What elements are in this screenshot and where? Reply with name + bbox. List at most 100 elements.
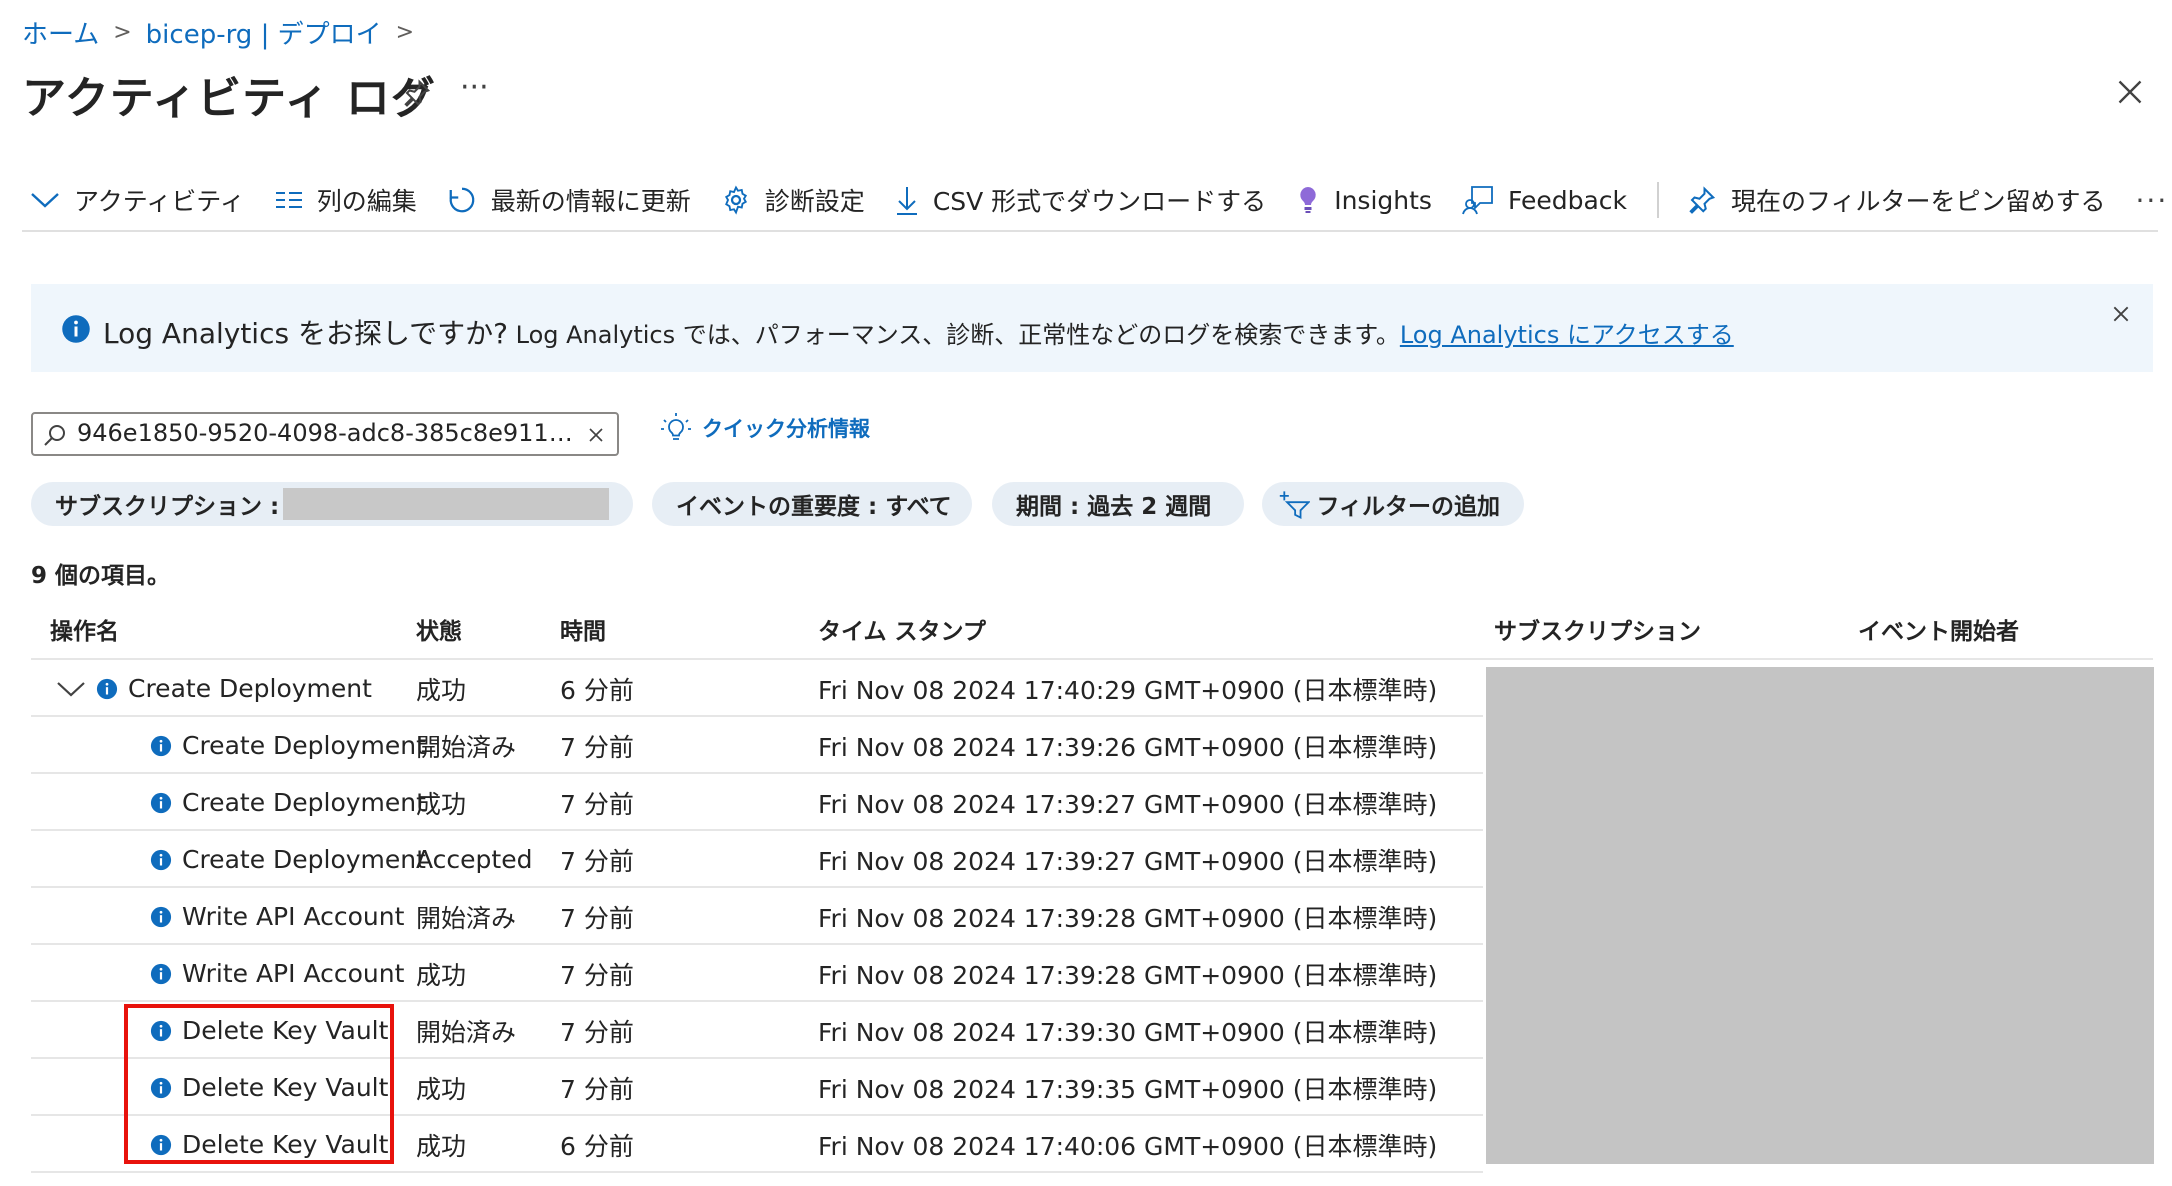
operation-name: Create Deployment bbox=[182, 845, 426, 874]
chevron-right-icon: > bbox=[113, 20, 132, 45]
add-filter-button[interactable]: フィルターの追加 bbox=[1262, 482, 1524, 526]
table-cell-status: 成功 bbox=[416, 789, 467, 819]
table-row-operation[interactable]: Create Deployment bbox=[150, 831, 426, 888]
table-cell-status: 成功 bbox=[416, 1131, 467, 1161]
operation-name: Write API Account bbox=[182, 902, 405, 931]
table-cell-status: 開始済み bbox=[416, 1017, 517, 1047]
highlight-box bbox=[124, 1004, 394, 1164]
info-banner: Log Analytics をお探しですか? Log Analytics では、… bbox=[31, 284, 2153, 372]
download-csv-button[interactable]: CSV 形式でダウンロードする bbox=[895, 182, 1266, 218]
more-options-button[interactable]: ··· bbox=[460, 70, 489, 105]
operation-name: Create Deployment bbox=[182, 731, 426, 760]
refresh-icon bbox=[449, 187, 475, 213]
banner-lead: Log Analytics をお探しですか? bbox=[103, 317, 508, 350]
table-cell-time: 7 分前 bbox=[560, 1074, 634, 1104]
info-icon bbox=[150, 792, 172, 813]
page-title: アクティビティ ログ bbox=[22, 73, 436, 124]
table-row-operation[interactable]: Create Deployment bbox=[150, 774, 426, 831]
log-analytics-link[interactable]: Log Analytics にアクセスする bbox=[1400, 321, 1734, 349]
table-cell-status: Accepted bbox=[416, 845, 533, 874]
table-cell-timestamp: Fri Nov 08 2024 17:39:27 GMT+0900 (日本標準時… bbox=[818, 789, 1438, 819]
breadcrumb-home[interactable]: ホーム bbox=[22, 14, 99, 51]
quick-insights-label: クイック分析情報 bbox=[702, 417, 870, 441]
info-icon bbox=[96, 678, 118, 699]
table-cell-status: 開始済み bbox=[416, 732, 517, 762]
search-icon bbox=[44, 425, 65, 446]
chevron-down-icon[interactable] bbox=[56, 679, 86, 699]
table-cell-status: 成功 bbox=[416, 960, 467, 990]
table-cell-timestamp: Fri Nov 08 2024 17:39:35 GMT+0900 (日本標準時… bbox=[818, 1074, 1438, 1104]
toolbar-more-button[interactable]: ··· bbox=[2136, 184, 2169, 217]
table-cell-timestamp: Fri Nov 08 2024 17:39:30 GMT+0900 (日本標準時… bbox=[818, 1017, 1438, 1047]
column-header-status[interactable]: 状態 bbox=[416, 612, 462, 646]
diagnostic-settings-button[interactable]: 診断設定 bbox=[721, 182, 865, 218]
table-cell-time: 7 分前 bbox=[560, 960, 634, 990]
column-header-time[interactable]: 時間 bbox=[560, 612, 606, 646]
table-row-operation[interactable]: Create Deployment bbox=[150, 717, 426, 774]
edit-columns-button[interactable]: 列の編集 bbox=[275, 182, 417, 218]
breadcrumb: ホーム > bicep-rg | デプロイ > bbox=[22, 14, 428, 51]
operation-name: Create Deployment bbox=[182, 788, 426, 817]
download-icon bbox=[896, 187, 917, 215]
table-cell-time: 6 分前 bbox=[560, 1131, 634, 1161]
item-count: 9 個の項目。 bbox=[31, 563, 171, 589]
info-icon bbox=[150, 735, 172, 756]
lightbulb-icon bbox=[661, 413, 691, 440]
pin-filter-button[interactable]: 現在のフィルターをピン留めする bbox=[1687, 182, 2106, 218]
pin-icon[interactable] bbox=[402, 78, 432, 108]
quick-insights-link[interactable]: クイック分析情報 bbox=[660, 412, 870, 444]
chevron-right-icon: > bbox=[395, 20, 415, 45]
table-cell-timestamp: Fri Nov 08 2024 17:39:28 GMT+0900 (日本標準時… bbox=[818, 960, 1438, 990]
table-row-operation[interactable]: Write API Account bbox=[150, 888, 404, 945]
table-cell-time: 7 分前 bbox=[560, 846, 634, 876]
filter-severity-label: イベントの重要度 : すべて bbox=[676, 494, 952, 520]
close-icon[interactable] bbox=[2111, 304, 2131, 324]
column-header-operation[interactable]: 操作名 bbox=[50, 612, 119, 646]
banner-text: Log Analytics をお探しですか? Log Analytics では、… bbox=[103, 312, 1734, 352]
table-cell-status: 成功 bbox=[416, 675, 467, 705]
table-cell-timestamp: Fri Nov 08 2024 17:40:06 GMT+0900 (日本標準時… bbox=[818, 1131, 1438, 1161]
banner-body: Log Analytics では、パフォーマンス、診断、正常性などのログを検索で… bbox=[507, 321, 1400, 349]
table-cell-time: 7 分前 bbox=[560, 732, 634, 762]
insights-button[interactable]: Insights bbox=[1296, 185, 1432, 215]
info-icon bbox=[150, 906, 172, 927]
breadcrumb-parent[interactable]: bicep-rg | デプロイ bbox=[146, 14, 382, 51]
filter-severity[interactable]: イベントの重要度 : すべて bbox=[652, 482, 972, 526]
close-icon[interactable] bbox=[2116, 78, 2144, 106]
table-row-operation[interactable]: Create Deployment bbox=[56, 660, 372, 717]
feedback-button[interactable]: Feedback bbox=[1462, 185, 1627, 215]
redacted-value bbox=[283, 488, 609, 520]
table-cell-timestamp: Fri Nov 08 2024 17:39:26 GMT+0900 (日本標準時… bbox=[818, 732, 1438, 762]
chevron-down-icon bbox=[31, 193, 59, 208]
table-cell-status: 開始済み bbox=[416, 903, 517, 933]
add-filter-label: フィルターの追加 bbox=[1316, 494, 1500, 520]
column-header-subscription[interactable]: サブスクリプション bbox=[1494, 612, 1701, 646]
operation-name: Create Deployment bbox=[128, 674, 372, 703]
refresh-button[interactable]: 最新の情報に更新 bbox=[447, 182, 691, 218]
column-header-initiator[interactable]: イベント開始者 bbox=[1858, 612, 2019, 646]
table-cell-status: 成功 bbox=[416, 1074, 467, 1104]
column-header-timestamp[interactable]: タイム スタンプ bbox=[818, 612, 986, 646]
download-csv-label: CSV 形式でダウンロードする bbox=[932, 187, 1267, 216]
table-cell-time: 7 分前 bbox=[560, 789, 634, 819]
filter-period-label: 期間 : 過去 2 週間 bbox=[1016, 494, 1212, 520]
table-cell-timestamp: Fri Nov 08 2024 17:40:29 GMT+0900 (日本標準時… bbox=[818, 675, 1438, 705]
filter-subscription-label: サブスクリプション : bbox=[55, 494, 280, 520]
filter-subscription[interactable]: サブスクリプション : bbox=[31, 482, 633, 526]
toolbar-divider-line bbox=[22, 230, 2158, 232]
table-row-operation[interactable]: Write API Account bbox=[150, 945, 404, 1002]
feedback-label: Feedback bbox=[1507, 185, 1627, 215]
filter-period[interactable]: 期間 : 過去 2 週間 bbox=[992, 482, 1244, 526]
activity-button[interactable]: アクティビティ bbox=[30, 182, 245, 218]
lightbulb-icon bbox=[1300, 187, 1316, 213]
diagnostic-settings-label: 診断設定 bbox=[764, 187, 865, 216]
operation-name: Write API Account bbox=[182, 959, 405, 988]
insights-label: Insights bbox=[1334, 185, 1432, 215]
info-icon bbox=[150, 963, 172, 984]
close-icon[interactable] bbox=[587, 426, 605, 444]
search-input[interactable]: 946e1850-9520-4098-adc8-385c8e911… bbox=[31, 412, 619, 456]
gear-icon bbox=[724, 185, 747, 215]
table-cell-time: 7 分前 bbox=[560, 903, 634, 933]
redacted-columns bbox=[1486, 667, 2154, 1164]
columns-icon bbox=[275, 192, 302, 208]
